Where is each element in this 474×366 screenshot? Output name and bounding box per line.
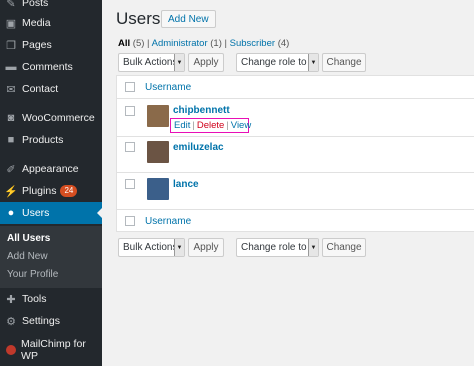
submenu-your-profile[interactable]: Your Profile [7,269,58,280]
change-role-value: Change role to… [241,242,317,253]
change-role-select-top[interactable]: Change role to… ▼ [236,53,319,72]
change-role-select-bottom[interactable]: Change role to… ▼ [236,238,319,257]
sidebar-item-label: Users [22,207,50,219]
row-checkbox[interactable] [125,179,135,189]
sidebar-item-pages[interactable]: ❐ Pages [0,34,102,56]
plug-icon: ⚡ [4,185,18,198]
username-link[interactable]: lance [173,179,199,190]
filter-all-count: (5) [132,38,145,49]
sidebar-item-label: Products [22,134,64,146]
users-table: Username chipbennett Edit | Delete | Vie… [116,75,474,232]
select-all-checkbox-bottom[interactable] [125,216,135,226]
row-checkbox[interactable] [125,106,135,116]
table-divider [117,209,474,210]
delete-link[interactable]: Delete [197,120,224,131]
wrench-icon: ✚ [6,293,16,306]
media-icon: ▣ [5,17,17,30]
username-link[interactable]: emiluzelac [173,142,224,153]
user-role-filters: All (5) | Administrator (1) | Subscriber… [118,38,289,49]
chevron-down-icon: ▼ [308,239,318,256]
username-column-footer[interactable]: Username [145,216,191,227]
sidebar-item-label: MailChimp for WP [21,338,86,362]
apply-button-bottom[interactable]: Apply [188,238,224,257]
chevron-down-icon: ▼ [308,54,318,71]
sidebar-item-settings[interactable]: ⚙ Settings [0,310,102,332]
update-count-badge: 24 [60,185,78,197]
user-icon: ● [7,207,15,219]
pages-icon: ❐ [6,39,16,52]
filter-subscriber-count: (4) [277,38,290,49]
mailchimp-icon [0,339,21,361]
apply-button-top[interactable]: Apply [188,53,224,72]
sidebar-item-woocommerce[interactable]: ◙ WooCommerce [0,107,102,129]
change-role-value: Change role to… [241,57,317,68]
settings-icon: ⚙ [6,315,16,328]
filter-subscriber[interactable]: Subscriber [230,38,275,49]
avatar [147,141,169,163]
action-separator: | [226,120,229,131]
sidebar-item-tools[interactable]: ✚ Tools [0,288,102,310]
change-button-bottom[interactable]: Change [322,238,366,257]
bulk-actions-value: Bulk Actions [123,242,178,253]
table-divider [117,98,474,99]
chevron-down-icon: ▼ [174,239,184,256]
sidebar-item-label: Posts [22,0,49,9]
change-button-top[interactable]: Change [322,53,366,72]
page-title: Users [116,9,161,28]
sidebar-item-label: Tools [22,293,47,305]
sidebar-item-products[interactable]: ■ Products [0,129,102,151]
comment-icon: ▬ [5,61,17,73]
add-new-button[interactable]: Add New [161,10,216,28]
sidebar-item-label: Settings [22,315,60,327]
table-divider [117,172,474,173]
sidebar-item-label: WooCommerce [22,112,95,124]
sidebar-item-label: Media [22,17,51,29]
edit-link[interactable]: Edit [174,120,190,131]
sidebar-item-plugins[interactable]: ⚡ Plugins 24 [0,180,102,202]
submenu-all-users[interactable]: All Users [7,233,50,244]
bulk-actions-select-top[interactable]: Bulk Actions ▼ [118,53,185,72]
filter-separator: | [224,38,227,49]
filter-all[interactable]: All [118,38,130,49]
sidebar-item-comments[interactable]: ▬ Comments [0,56,102,78]
sidebar-item-label: Contact [22,83,59,95]
sidebar-item-contact[interactable]: ✉ Contact [0,78,102,100]
action-separator: | [192,120,195,131]
admin-sidebar: ✎ Posts ▣ Media ❐ Pages ▬ Comments ✉ Con… [0,0,102,366]
bulk-actions-value: Bulk Actions [123,57,178,68]
table-divider [117,136,474,137]
avatar [147,178,169,200]
avatar [147,105,169,127]
box-icon: ■ [7,134,15,146]
envelope-icon: ✉ [6,83,16,96]
sidebar-item-appearance[interactable]: ✐ Appearance [0,158,102,180]
filter-separator: | [147,38,150,49]
sidebar-item-label: Pages [22,39,52,51]
chevron-down-icon: ▼ [174,54,184,71]
sidebar-item-media[interactable]: ▣ Media [0,12,102,34]
row-checkbox[interactable] [125,142,135,152]
woocommerce-icon: ◙ [7,112,15,124]
submenu-add-new[interactable]: Add New [7,251,48,262]
filter-administrator-count: (1) [210,38,222,49]
paintbrush-icon: ✐ [6,163,16,176]
username-column-header[interactable]: Username [145,82,191,93]
filter-administrator[interactable]: Administrator [152,38,208,49]
row-actions: Edit | Delete | View [170,118,251,133]
bulk-actions-select-bottom[interactable]: Bulk Actions ▼ [118,238,185,257]
view-link[interactable]: View [231,120,251,131]
sidebar-item-label: Plugins [22,185,57,197]
sidebar-item-label: Appearance [22,163,79,175]
sidebar-item-users[interactable]: ● Users [0,202,102,224]
select-all-checkbox-top[interactable] [125,82,135,92]
sidebar-item-label: Comments [22,61,73,73]
sidebar-item-mailchimp[interactable]: MailChimp for WP [0,338,102,362]
users-submenu: All Users Add New Your Profile [0,226,102,288]
username-link[interactable]: chipbennett [173,105,230,116]
